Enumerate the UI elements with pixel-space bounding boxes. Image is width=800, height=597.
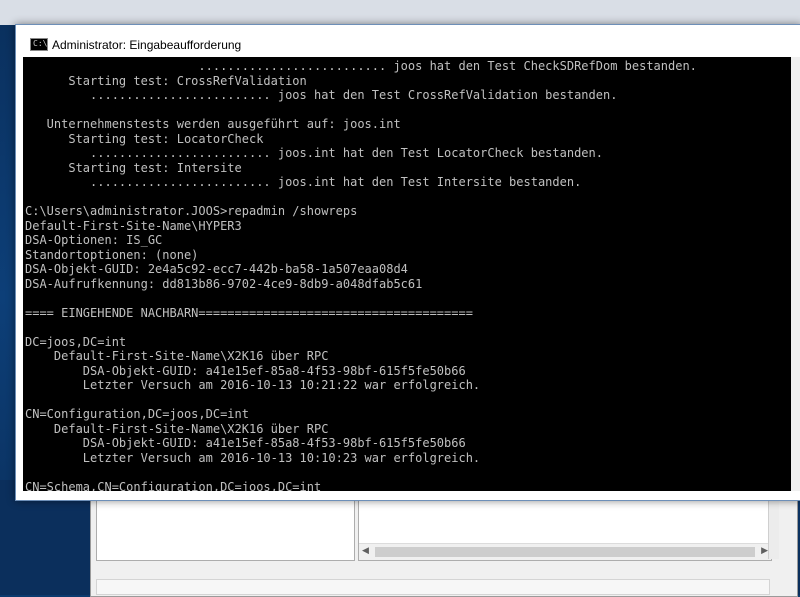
console-text: .......................... joos hat den … bbox=[23, 57, 791, 491]
scroll-thumb[interactable] bbox=[375, 547, 755, 557]
status-field bbox=[96, 579, 770, 595]
console-line: Default-First-Site-Name\X2K16 über RPC bbox=[25, 421, 329, 436]
console-line: DSA-Objekt-GUID: a41e15ef-85a8-4f53-98bf… bbox=[25, 363, 466, 378]
console-line: DSA-Optionen: IS_GC bbox=[25, 233, 163, 247]
console-line: ......................... joos hat den T… bbox=[25, 88, 618, 102]
background-window-top-strip bbox=[0, 0, 800, 25]
console-line: DSA-Objekt-GUID: a41e15ef-85a8-4f53-98bf… bbox=[25, 436, 466, 450]
console-output[interactable]: .......................... joos hat den … bbox=[23, 57, 791, 491]
console-line: Default-First-Site-Name\X2K16 über RPC bbox=[25, 349, 329, 363]
console-line: .......................... joos hat den … bbox=[25, 59, 697, 73]
console-line: CN=Configuration,DC=joos,DC=int bbox=[25, 407, 249, 421]
vertical-scrollbar[interactable] bbox=[768, 499, 779, 559]
console-line: Standortoptionen: (none) bbox=[25, 247, 199, 262]
console-line: Letzter Versuch am 2016-10-13 10:10:23 w… bbox=[25, 450, 481, 465]
icon-glyph: C:\ bbox=[33, 39, 48, 48]
console-line: Letzter Versuch am 2016-10-13 10:21:22 w… bbox=[25, 378, 481, 392]
console-line: DC=joos,DC=int bbox=[25, 334, 127, 349]
window-title: Administrator: Eingabeaufforderung bbox=[52, 38, 242, 52]
console-line: C:\Users\administrator.JOOS>repadmin /sh… bbox=[25, 204, 358, 218]
console-line: DSA-Aufrufkennung: dd813b86-9702-4ce9-8d… bbox=[25, 276, 423, 291]
title-bar[interactable]: C:\ Administrator: Eingabeaufforderung bbox=[16, 25, 800, 57]
left-list-pane[interactable] bbox=[96, 499, 355, 561]
command-prompt-window[interactable]: C:\ Administrator: Eingabeaufforderung .… bbox=[15, 24, 800, 501]
console-line: Starting test: CrossRefValidation bbox=[25, 73, 307, 88]
console-line: Default-First-Site-Name\HYPER3 bbox=[25, 218, 242, 233]
console-vertical-scrollbar[interactable] bbox=[791, 57, 800, 491]
command-prompt-icon[interactable]: C:\ bbox=[30, 38, 48, 51]
console-line: ......................... joos.int hat d… bbox=[25, 175, 582, 189]
console-line: ......................... joos.int hat d… bbox=[25, 146, 603, 160]
right-list-pane[interactable]: ◀ ▶ bbox=[358, 499, 772, 561]
console-line: CN=Schema,CN=Configuration,DC=joos,DC=in… bbox=[25, 479, 322, 492]
window-bottom-edge bbox=[16, 491, 800, 500]
console-line: Starting test: LocatorCheck bbox=[25, 131, 264, 146]
right-pane-horizontal-scrollbar[interactable]: ◀ ▶ bbox=[359, 543, 771, 560]
scroll-right-arrow-icon[interactable]: ▶ bbox=[761, 546, 768, 556]
console-line: DSA-Objekt-GUID: 2e4a5c92-ecc7-442b-ba58… bbox=[25, 262, 408, 276]
console-line: Unternehmenstests werden ausgeführt auf:… bbox=[25, 117, 401, 131]
console-line: ==== EINGEHENDE NACHBARN================… bbox=[25, 305, 473, 320]
console-line: Starting test: Intersite bbox=[25, 160, 242, 175]
scroll-left-arrow-icon[interactable]: ◀ bbox=[362, 546, 369, 556]
